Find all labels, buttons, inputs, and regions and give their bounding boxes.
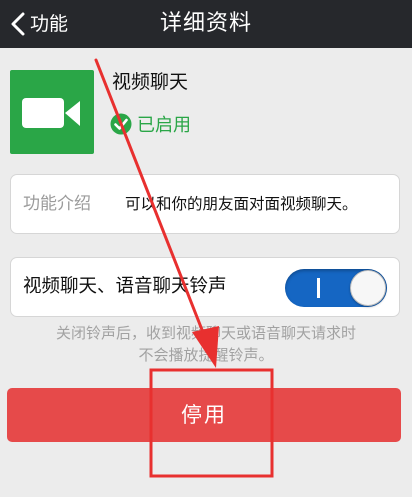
- feature-name: 视频聊天: [112, 71, 189, 93]
- intro-text: 可以和你的朋友面对面视频聊天。: [125, 195, 358, 213]
- ringtone-toggle[interactable]: [285, 269, 387, 307]
- status-badge: 已启用: [110, 111, 191, 137]
- intro-card: 功能介绍 可以和你的朋友面对面视频聊天。: [10, 174, 400, 234]
- ringtone-hint-line-2: 不会播放提醒铃声。: [138, 346, 274, 364]
- video-camera-icon: [10, 70, 94, 154]
- toggle-on-mark: [317, 278, 320, 298]
- ringtone-hint: 关闭铃声后，收到视频聊天或语音聊天请求时 不会播放提醒铃声。: [14, 322, 398, 366]
- disable-button[interactable]: 停用: [7, 388, 401, 442]
- check-circle-icon: [110, 113, 132, 135]
- toggle-knob[interactable]: [350, 270, 386, 306]
- ringtone-label: 视频聊天、语音聊天铃声: [23, 276, 227, 297]
- intro-label: 功能介绍: [23, 194, 91, 214]
- ringtone-setting-card: 视频聊天、语音聊天铃声: [10, 257, 400, 317]
- navigation-bar: 功能 详细资料: [0, 0, 412, 48]
- page-title: 详细资料: [159, 11, 252, 36]
- status-text: 已启用: [137, 115, 191, 136]
- ringtone-hint-line-1: 关闭铃声后，收到视频聊天或语音聊天请求时: [55, 324, 356, 342]
